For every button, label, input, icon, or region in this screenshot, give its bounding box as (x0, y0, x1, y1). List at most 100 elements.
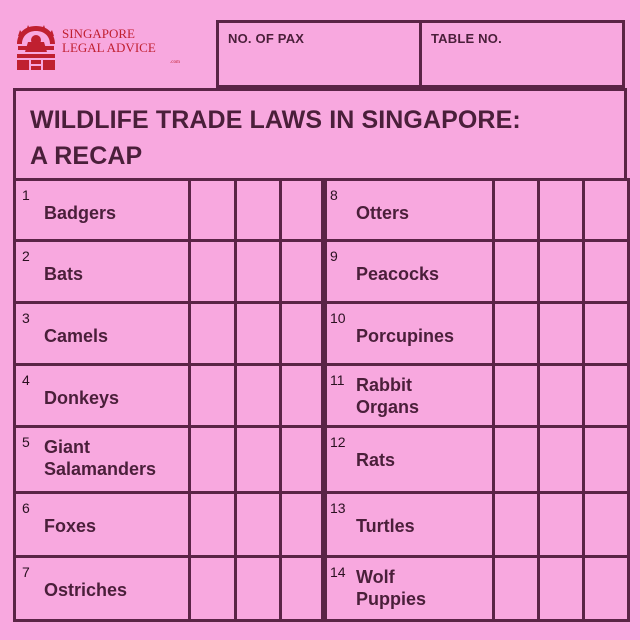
animal-name-line: Otters (356, 203, 410, 223)
check-box[interactable] (279, 363, 327, 428)
check-box[interactable] (582, 363, 630, 428)
title-line-2: A RECAP (30, 142, 143, 170)
check-box[interactable] (279, 425, 327, 494)
row-number: 9 (330, 248, 338, 264)
check-box[interactable] (188, 301, 237, 366)
check-box[interactable] (234, 555, 282, 622)
animal-name-cell (13, 491, 191, 558)
check-box[interactable] (492, 178, 540, 242)
animal-name-line: Peacocks (356, 264, 440, 284)
animal-name: Turtles (356, 515, 415, 537)
title-line-1: WILDLIFE TRADE LAWS IN SINGAPORE: (30, 106, 521, 134)
check-box[interactable] (537, 178, 585, 242)
animal-name: Rabbit Organs (356, 374, 419, 418)
check-box[interactable] (537, 301, 585, 366)
check-box[interactable] (279, 178, 327, 242)
check-box[interactable] (582, 555, 630, 622)
animal-name-line: Rats (356, 450, 396, 470)
row-number: 14 (330, 564, 346, 580)
table-no-label: TABLE NO. (431, 31, 502, 46)
check-box[interactable] (537, 363, 585, 428)
logo-line-2: LEGAL ADVICE (62, 40, 156, 55)
animal-name-cell (13, 239, 191, 304)
check-box[interactable] (537, 239, 585, 304)
row-number: 7 (22, 564, 30, 580)
animal-name: Wolf Puppies (356, 566, 426, 610)
check-box[interactable] (234, 301, 282, 366)
check-box[interactable] (188, 491, 237, 558)
check-box[interactable] (492, 425, 540, 494)
animal-name: Porcupines (356, 325, 454, 347)
check-box[interactable] (188, 425, 237, 494)
row-number: 12 (330, 434, 346, 450)
page-title: WILDLIFE TRADE LAWS IN SINGAPORE: A RECA… (30, 102, 521, 174)
check-box[interactable] (582, 491, 630, 558)
animal-name: Rats (356, 449, 395, 471)
check-box[interactable] (492, 239, 540, 304)
animal-name-line: Foxes (44, 516, 97, 536)
check-box[interactable] (492, 363, 540, 428)
animal-name-line: Badgers (44, 203, 117, 223)
animal-name-line: Organs (356, 397, 420, 417)
check-box[interactable] (492, 301, 540, 366)
logo-line-1: SINGAPORE (62, 26, 135, 41)
animal-name: Peacocks (356, 263, 439, 285)
row-number: 4 (22, 372, 30, 388)
animal-name: Giant Salamanders (44, 436, 156, 480)
check-box[interactable] (188, 239, 237, 304)
animal-name-line: Bats (44, 264, 84, 284)
animal-name: Donkeys (44, 387, 119, 409)
animal-name: Bats (44, 263, 83, 285)
row-number: 5 (22, 434, 30, 450)
row-number: 2 (22, 248, 30, 264)
check-box[interactable] (188, 555, 237, 622)
lion-crest-icon (17, 25, 55, 70)
table-no-box[interactable]: TABLE NO. (419, 20, 625, 88)
animal-name: Camels (44, 325, 108, 347)
animal-name-line: Rabbit (356, 375, 412, 395)
row-number: 10 (330, 310, 346, 326)
check-box[interactable] (492, 491, 540, 558)
animal-name-line: Ostriches (44, 580, 128, 600)
animal-name-line: Wolf (356, 567, 395, 587)
check-box[interactable] (234, 178, 282, 242)
check-box[interactable] (279, 555, 327, 622)
animal-name-line: Donkeys (44, 388, 120, 408)
check-box[interactable] (234, 363, 282, 428)
animal-name-line: Turtles (356, 516, 415, 536)
row-number: 1 (22, 187, 30, 203)
pax-label: NO. OF PAX (228, 31, 305, 46)
check-box[interactable] (582, 178, 630, 242)
row-number: 6 (22, 500, 30, 516)
logo-suffix: .com (170, 60, 180, 65)
check-box[interactable] (582, 301, 630, 366)
animal-name: Otters (356, 202, 409, 224)
check-box[interactable] (279, 491, 327, 558)
check-box[interactable] (492, 555, 540, 622)
animal-name-line: Giant (44, 437, 91, 457)
row-number: 3 (22, 310, 30, 326)
check-box[interactable] (582, 239, 630, 304)
animal-name-line: Porcupines (356, 326, 455, 346)
animal-name: Badgers (44, 202, 116, 224)
check-box[interactable] (279, 239, 327, 304)
check-box[interactable] (188, 363, 237, 428)
check-box[interactable] (537, 425, 585, 494)
check-box[interactable] (279, 301, 327, 366)
logo-wordmark: SINGAPORE LEGAL ADVICE .com (62, 26, 180, 66)
animal-name-line: Camels (44, 326, 109, 346)
row-number: 11 (330, 372, 345, 388)
animal-name: Foxes (44, 515, 96, 537)
check-box[interactable] (234, 491, 282, 558)
check-box[interactable] (234, 425, 282, 494)
animal-name: Ostriches (44, 579, 127, 601)
pax-box[interactable]: NO. OF PAX (216, 20, 422, 88)
check-box[interactable] (537, 555, 585, 622)
check-box[interactable] (188, 178, 237, 242)
check-box[interactable] (234, 239, 282, 304)
site-logo: SINGAPORE LEGAL ADVICE .com (14, 24, 180, 72)
animal-name-cell (321, 425, 495, 494)
check-box[interactable] (582, 425, 630, 494)
animal-name-line: Salamanders (44, 459, 157, 479)
check-box[interactable] (537, 491, 585, 558)
